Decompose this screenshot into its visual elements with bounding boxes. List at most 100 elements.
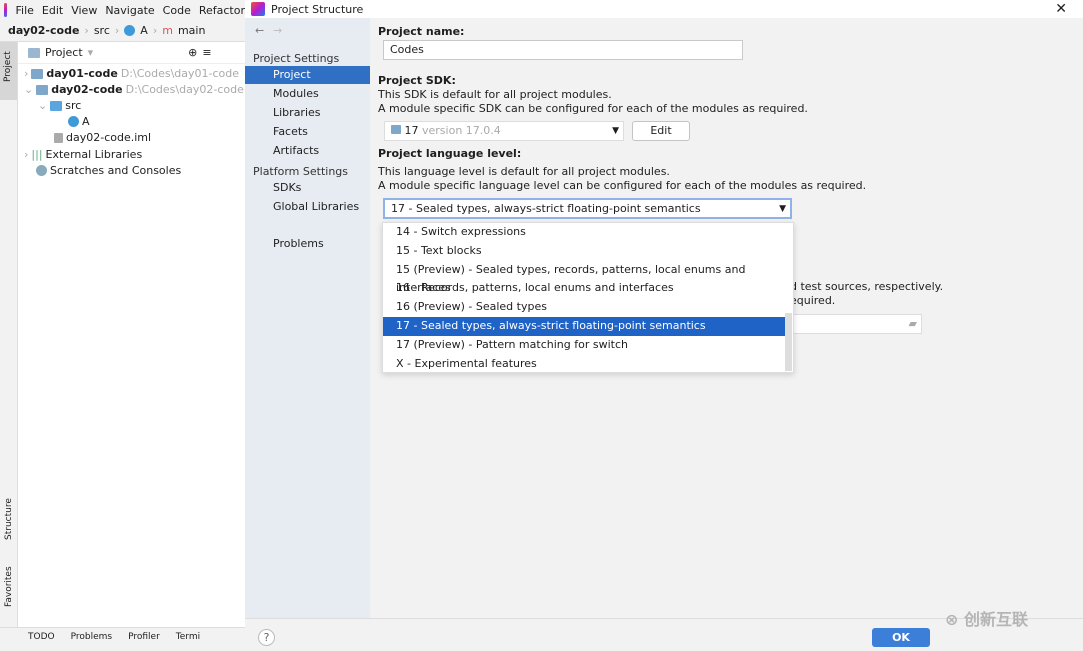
sdk-select[interactable]: 17 version 17.0.4 ▼ [384,121,624,141]
sidebar-item-sdks[interactable]: SDKs [245,179,370,197]
tab-todo[interactable]: TODO [28,632,55,651]
intellij-logo-icon [4,3,8,17]
tree-item-iml[interactable]: day02-code.iml [54,131,151,144]
language-level-label: Project language level: [378,147,522,160]
sdk-label: Project SDK: [378,74,456,87]
sidebar-item-modules[interactable]: Modules [245,85,370,103]
option-16[interactable]: 16 - Records, patterns, local enums and … [383,279,785,298]
tree-label: day02-code.iml [66,131,152,144]
bottom-tool-bar: TODO Problems Profiler Termi [0,627,245,651]
help-button[interactable]: ? [258,629,275,646]
dialog-sidebar: ← → Project Settings Project Modules Lib… [245,18,370,618]
tab-profiler[interactable]: Profiler [128,632,160,651]
project-name-input[interactable]: Codes [383,40,743,60]
tree-item-day01[interactable]: › day01-code D:\Codes\day01-code [24,67,239,80]
chevron-down-icon: ▼ [779,204,786,214]
intellij-logo-icon [251,2,265,16]
ok-button[interactable]: OK [872,628,930,647]
sdk-desc-1: This SDK is default for all project modu… [378,88,612,101]
option-15-preview[interactable]: 15 (Preview) - Sealed types, records, pa… [383,261,785,295]
collapse-all-icon[interactable]: ≡ [202,46,211,59]
section-project-settings: Project Settings [253,52,340,65]
dialog-title-bar: Project Structure ✕ [245,0,1083,18]
sdk-folder-icon [391,125,401,134]
forward-arrow-icon: → [273,24,283,37]
class-icon [124,25,136,36]
tab-problems[interactable]: Problems [71,632,112,651]
behind-text-1: d test sources, respectively. [790,280,944,293]
method-icon: m [162,24,173,37]
option-15[interactable]: 15 - Text blocks [383,242,785,261]
edit-sdk-button[interactable]: Edit [632,121,690,141]
tree-item-src[interactable]: ⌄ src [38,99,81,112]
sdk-version: version 17.0.4 [422,124,501,137]
sidebar-item-facets[interactable]: Facets [245,123,370,141]
menu-navigate[interactable]: Navigate [105,4,154,17]
lang-desc-2: A module specific language level can be … [378,179,867,192]
locate-icon[interactable]: ⊕ [188,46,197,59]
sidebar-item-problems[interactable]: Problems [245,235,370,253]
tree-item-external-libraries[interactable]: › ||| External Libraries [24,148,142,161]
tree-label: src [65,99,82,112]
menu-edit[interactable]: Edit [42,4,63,17]
breadcrumb-method[interactable]: main [178,24,205,37]
tool-tab-project[interactable]: Project [3,51,13,82]
option-14[interactable]: 14 - Switch expressions [383,223,785,242]
tree-label: day02-code [51,83,123,96]
option-17-selected[interactable]: 17 - Sealed types, always-strict floatin… [383,316,785,336]
menu-code[interactable]: Code [163,4,191,17]
left-tool-strip: Project Structure Favorites [0,42,18,627]
menu-refactor[interactable]: Refactor [199,4,245,17]
language-level-select[interactable]: 17 - Sealed types, always-strict floatin… [383,198,792,219]
back-arrow-icon[interactable]: ← [255,24,264,37]
tool-tab-structure[interactable]: Structure [4,498,14,540]
project-name-label: Project name: [378,25,465,38]
sdk-desc-2: A module specific SDK can be configured … [378,102,808,115]
lang-desc-1: This language level is default for all p… [378,165,670,178]
tree-label: External Libraries [45,148,143,161]
tab-terminal[interactable]: Termi [176,632,200,651]
option-x[interactable]: X - Experimental features [383,355,785,374]
tree-path: D:\Codes\day01-code [120,67,240,80]
tree-label: day01-code [46,67,118,80]
ide-menu-bar: File Edit View Navigate Code Refactor [0,0,245,20]
class-icon [68,116,79,127]
module-icon [36,84,49,95]
behind-text-2: equired. [790,294,836,307]
sdk-value: 17 [404,124,419,137]
tree-item-day02[interactable]: ⌄ day02-code D:\Codes\day02-code [24,83,244,96]
menu-file[interactable]: File [15,4,33,17]
module-icon [31,68,44,79]
project-view-selector[interactable]: Project [45,46,83,59]
sidebar-item-project[interactable]: Project [245,66,370,84]
tree-path: D:\Codes\day02-code [125,83,244,96]
sidebar-item-global-libraries[interactable]: Global Libraries [245,198,370,216]
project-panel: Project ▾ ⊕ ≡ › day01-code D:\Codes\day01-c… [18,42,245,627]
watermark-logo: ⊗ 创新互联 [945,610,1028,629]
output-path-input[interactable]: ▰ [790,314,922,334]
menu-view[interactable]: View [71,4,97,17]
tool-tab-favorites[interactable]: Favorites [4,566,14,607]
breadcrumb-project[interactable]: day02-code [8,24,79,37]
folder-browse-icon[interactable]: ▰ [909,315,917,333]
scratches-icon [36,165,47,176]
dialog-title: Project Structure [271,2,364,16]
language-level-dropdown: 14 - Switch expressions 15 - Text blocks… [382,222,794,373]
project-panel-header: Project ▾ ⊕ ≡ [18,42,245,64]
tree-label: Scratches and Consoles [50,164,182,177]
sidebar-item-artifacts[interactable]: Artifacts [245,142,370,160]
option-17-preview[interactable]: 17 (Preview) - Pattern matching for swit… [383,336,785,355]
sidebar-item-libraries[interactable]: Libraries [245,104,370,122]
breadcrumb-class[interactable]: A [140,24,148,37]
language-level-value: 17 - Sealed types, always-strict floatin… [391,202,701,215]
folder-icon [50,100,63,111]
tree-item-class-a[interactable]: A [68,115,90,128]
library-icon: ||| [31,148,43,161]
breadcrumb-src[interactable]: src [94,24,110,37]
tree-item-scratches[interactable]: Scratches and Consoles [36,164,181,177]
option-16-preview[interactable]: 16 (Preview) - Sealed types [383,298,785,317]
breadcrumb: day02-code › src › A › m main [0,20,245,42]
dropdown-scrollbar[interactable] [785,313,792,371]
chevron-down-icon: ▼ [612,126,619,136]
close-icon[interactable]: ✕ [1055,1,1067,17]
